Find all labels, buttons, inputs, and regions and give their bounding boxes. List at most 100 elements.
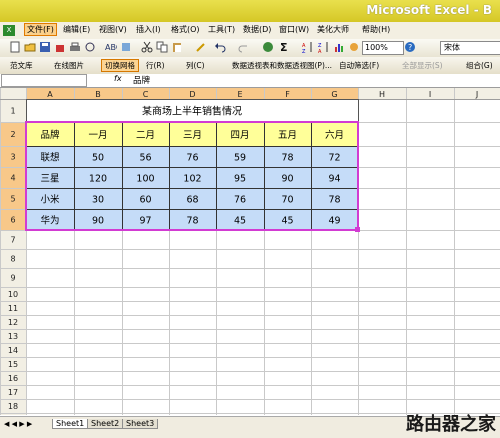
toolbar-row[interactable]: 行(R) — [146, 60, 165, 71]
data-cell[interactable]: 78 — [186, 216, 198, 227]
new-icon[interactable] — [9, 41, 21, 53]
column-header-i[interactable]: I — [429, 90, 431, 99]
data-cell[interactable]: 78 — [328, 195, 340, 206]
copy-icon[interactable] — [156, 41, 168, 53]
data-cell[interactable]: 94 — [328, 174, 340, 185]
data-cell[interactable]: 90 — [92, 216, 104, 227]
data-cell[interactable]: 50 — [92, 153, 104, 164]
data-cell[interactable]: 120 — [89, 174, 107, 185]
data-cell[interactable]: 45 — [281, 216, 293, 227]
switch-grid-button[interactable]: 切换网格 — [101, 59, 139, 72]
row-header-13[interactable]: 13 — [8, 332, 18, 341]
column-header-f[interactable]: F — [285, 90, 290, 99]
row-header-14[interactable]: 14 — [8, 346, 18, 355]
row-header-15[interactable]: 15 — [8, 360, 18, 369]
row-header-1[interactable]: 1 — [10, 107, 15, 116]
column-header-b[interactable]: B — [95, 90, 101, 99]
column-header-d[interactable]: D — [189, 90, 195, 99]
data-cell[interactable]: 华为 — [40, 215, 59, 227]
row-header-10[interactable]: 10 — [8, 290, 18, 299]
menu-format[interactable]: 格式(O) — [171, 24, 200, 35]
menu-window[interactable]: 窗口(W) — [279, 24, 309, 35]
data-cell[interactable]: 49 — [328, 216, 340, 227]
row-header-4[interactable]: 4 — [10, 174, 15, 183]
help-icon[interactable]: ? — [404, 41, 416, 53]
data-cell[interactable]: 60 — [139, 195, 151, 206]
header-cell[interactable]: 六月 — [325, 129, 344, 141]
redo-icon[interactable] — [238, 41, 250, 53]
row-header-16[interactable]: 16 — [8, 374, 18, 383]
column-header-h[interactable]: H — [379, 90, 385, 99]
row-header-12[interactable]: 12 — [8, 318, 18, 327]
data-cell[interactable]: 95 — [234, 174, 246, 185]
data-cell[interactable]: 45 — [234, 216, 246, 227]
row-header-3[interactable]: 3 — [10, 153, 15, 162]
row-header-7[interactable]: 7 — [10, 236, 15, 245]
hyperlink-icon[interactable] — [262, 41, 274, 53]
row-header-9[interactable]: 9 — [10, 274, 15, 283]
data-cell[interactable]: 76 — [234, 195, 246, 206]
header-cell[interactable]: 三月 — [183, 130, 202, 141]
header-cell[interactable]: 四月 — [230, 130, 249, 141]
column-header-c[interactable]: C — [143, 90, 149, 99]
column-header-a[interactable]: A — [47, 90, 53, 99]
row-header-18[interactable]: 18 — [8, 402, 18, 411]
save-icon[interactable] — [39, 41, 51, 53]
column-header-j[interactable]: J — [475, 90, 478, 99]
menu-edit[interactable]: 编辑(E) — [63, 24, 90, 35]
data-cell[interactable]: 三星 — [40, 174, 59, 185]
data-cell[interactable]: 97 — [139, 216, 151, 227]
format-painter-icon[interactable] — [195, 41, 207, 53]
menu-insert[interactable]: 插入(I) — [136, 24, 161, 35]
data-cell[interactable]: 30 — [92, 195, 104, 206]
header-cell[interactable]: 品牌 — [40, 129, 60, 141]
toolbar-online-images[interactable]: 在线图片 — [54, 60, 84, 71]
print-icon[interactable] — [69, 41, 81, 53]
data-cell[interactable]: 90 — [281, 174, 293, 185]
fill-handle[interactable] — [355, 227, 360, 232]
toolbar-pivot-table[interactable]: 数据透视表和数据透视图(P)... — [232, 60, 332, 71]
row-header-11[interactable]: 11 — [8, 304, 18, 313]
fx-icon[interactable]: fx — [114, 74, 122, 83]
menu-beautify[interactable]: 美化大师 — [317, 24, 349, 35]
data-cell[interactable]: 小米 — [40, 194, 60, 206]
data-cell[interactable]: 78 — [281, 153, 293, 164]
row-header-2[interactable]: 2 — [10, 130, 15, 139]
data-cell[interactable]: 联想 — [40, 152, 60, 164]
row-header-6[interactable]: 6 — [10, 216, 15, 225]
tab-sheet3[interactable]: Sheet3 — [122, 419, 159, 429]
paste-icon[interactable] — [171, 41, 183, 53]
permission-icon[interactable] — [54, 41, 66, 53]
toolbar-autofilter[interactable]: 自动筛选(F) — [339, 60, 379, 71]
worksheet-grid[interactable]: A B C D E F G H I J123456789101112131415161718某商场… — [0, 88, 500, 415]
menu-help[interactable]: 帮助(H) — [362, 24, 390, 35]
chart-wizard-icon[interactable] — [334, 41, 346, 53]
research-icon[interactable] — [120, 41, 132, 53]
cut-icon[interactable] — [141, 41, 153, 53]
data-cell[interactable]: 72 — [328, 153, 340, 164]
data-cell[interactable]: 102 — [183, 174, 201, 185]
row-header-17[interactable]: 17 — [8, 388, 18, 397]
font-select[interactable]: 宋体 — [440, 41, 500, 55]
data-cell[interactable]: 68 — [186, 195, 198, 206]
menu-data[interactable]: 数据(D) — [243, 24, 271, 35]
name-box[interactable] — [1, 74, 87, 87]
data-cell[interactable]: 70 — [281, 195, 293, 206]
zoom-select[interactable]: 100% — [362, 41, 404, 55]
toolbar-show-all[interactable]: 全部显示(S) — [402, 60, 443, 71]
undo-icon[interactable] — [214, 41, 226, 53]
tab-sheet2[interactable]: Sheet2 — [87, 419, 124, 429]
open-icon[interactable] — [24, 41, 36, 53]
row-header-5[interactable]: 5 — [10, 195, 15, 204]
tab-sheet1[interactable]: Sheet1 — [52, 419, 89, 429]
menu-tools[interactable]: 工具(T) — [208, 24, 235, 35]
print-preview-icon[interactable] — [84, 41, 96, 53]
toolbar-column[interactable]: 列(C) — [186, 60, 205, 71]
toolbar-group[interactable]: 组合(G) — [466, 60, 493, 71]
header-cell[interactable]: 五月 — [278, 130, 297, 141]
sort-descending-icon[interactable]: ZA — [318, 41, 330, 53]
tab-scroll-arrows[interactable]: ◀ ◀ ▶ ▶ — [4, 420, 32, 428]
header-cell[interactable]: 二月 — [136, 130, 155, 141]
autosum-icon[interactable]: Σ — [279, 41, 291, 53]
row-header-8[interactable]: 8 — [10, 255, 15, 264]
